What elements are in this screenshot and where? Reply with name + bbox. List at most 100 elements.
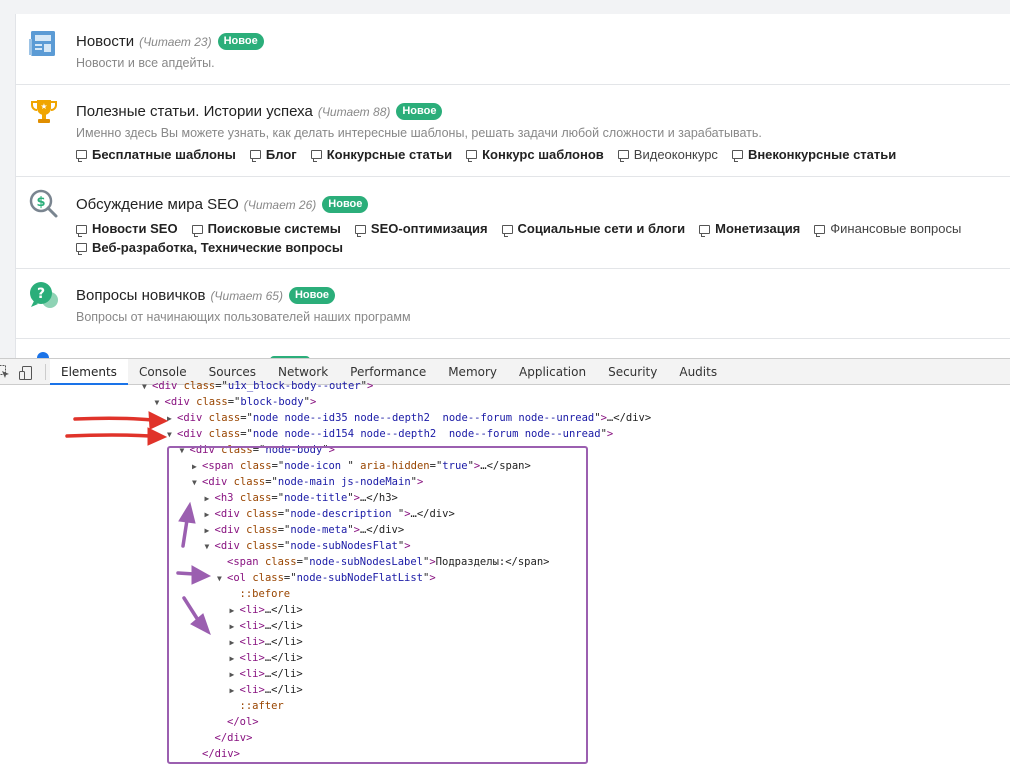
tag-close: > xyxy=(366,380,374,392)
expand-triangle-icon: ▼ xyxy=(167,430,172,439)
subforum-link[interactable]: Монетизация xyxy=(699,220,800,238)
chat-bubble-icon xyxy=(191,224,203,237)
forum-row-seo[interactable]: $ Обсуждение мира SEO (Читает 26) Новое … xyxy=(16,176,1010,269)
subforum-link[interactable]: Поисковые системы xyxy=(191,220,341,238)
chat-bubble-icon xyxy=(699,224,711,237)
forum-description: Новости и все апдейты. xyxy=(76,56,215,70)
subforum-list: Новости SEO Поисковые системы SEO-оптимиза… xyxy=(76,220,1006,257)
subforum-label: Видеоконкурс xyxy=(633,147,718,162)
tag-close: > xyxy=(309,396,317,408)
tag-name: div xyxy=(183,428,203,440)
subforum-list: Бесплатные шаблоны Блог Конкурсные статьи К… xyxy=(76,147,910,162)
forum-readers: (Читает 23) xyxy=(139,34,212,49)
chat-bubble-icon xyxy=(76,243,87,255)
svg-text:$: $ xyxy=(36,195,45,210)
chat-bubble-icon xyxy=(249,150,261,162)
subforum-label: Новости SEO xyxy=(92,221,178,236)
collapse-triangle-icon: ▶ xyxy=(167,414,172,423)
new-badge: Новое xyxy=(217,33,264,50)
attr-name: class xyxy=(196,396,228,408)
forum-row-newbies[interactable]: ? Вопросы новичков (Читает 65) Новое Воп… xyxy=(16,268,1010,339)
attr-name: class xyxy=(183,380,216,392)
attr-value: node node--id35 node--depth2 node--forum… xyxy=(252,412,595,424)
expand-triangle-icon: ▼ xyxy=(142,382,147,391)
forum-row-articles[interactable]: ★ Полезные статьи. Истории успеха (Читае… xyxy=(16,84,1010,177)
inspect-element-icon[interactable] xyxy=(0,365,10,379)
attr-value: node node--id154 node--depth2 node--foru… xyxy=(252,428,601,440)
highlight-box xyxy=(167,446,588,764)
subforum-label: Конкурс шаблонов xyxy=(482,147,604,162)
seo-search-dollar-icon: $ xyxy=(29,189,58,218)
subforum-link[interactable]: Бесплатные шаблоны xyxy=(76,147,236,162)
forum-title[interactable]: Полезные статьи. Истории успеха xyxy=(76,103,313,120)
attr-value: block-body xyxy=(240,396,304,408)
new-badge: Новое xyxy=(322,196,369,213)
subforum-link[interactable]: Блог xyxy=(249,147,297,162)
attr-name: class xyxy=(208,412,241,424)
dom-node[interactable]: ▼ <div class="block-body"> xyxy=(155,394,317,410)
subforum-link[interactable]: Финансовые вопросы xyxy=(814,220,961,238)
tab-audits[interactable]: Audits xyxy=(668,359,728,385)
chat-bubble-icon xyxy=(76,224,87,237)
subforum-link[interactable]: Новости SEO xyxy=(76,220,178,238)
chat-bubble-icon xyxy=(731,150,743,162)
device-toggle-icon[interactable] xyxy=(18,365,34,381)
subforum-label: Блог xyxy=(265,147,297,162)
trophy-icon: ★ xyxy=(31,100,57,123)
node-tail: …</div> xyxy=(606,412,652,424)
new-badge: Новое xyxy=(396,103,443,120)
tag-name: div xyxy=(170,396,190,408)
subforum-label: Поисковые системы xyxy=(207,221,341,236)
svg-text:★: ★ xyxy=(40,102,47,111)
dom-node[interactable]: ▶ <div class="node node--id35 node--depth… xyxy=(167,410,651,426)
subforum-label: Внеконкурсные статьи xyxy=(747,147,897,162)
subforum-label: Монетизация xyxy=(715,221,801,236)
question-chat-icon: ? xyxy=(30,282,58,308)
subforum-link[interactable]: Социальные сети и блоги xyxy=(501,220,685,238)
forum-description: Вопросы от начинающих пользователей наши… xyxy=(76,310,411,324)
forum-readers: (Читает 26) xyxy=(243,197,317,212)
subforum-label: Веб-разработка, Технические вопросы xyxy=(92,239,343,255)
svg-text:?: ? xyxy=(37,286,45,302)
expand-triangle-icon: ▼ xyxy=(154,398,160,407)
chat-bubble-icon xyxy=(617,150,629,162)
subforum-link[interactable]: Веб-разработка, Технические вопросы xyxy=(76,239,343,257)
tag-name: div xyxy=(183,412,203,424)
tab-elements[interactable]: Elements xyxy=(50,359,128,385)
forum-row-news[interactable]: Новости (Читает 23) Новое Новости и все … xyxy=(16,14,1010,85)
new-badge: Новое xyxy=(288,287,336,304)
forum-page: Новости (Читает 23) Новое Новости и все … xyxy=(0,0,1010,358)
dom-node[interactable]: ▼ <div class="node node--id154 node--dept… xyxy=(167,426,613,442)
dom-node[interactable]: ▼ <div class="u1x_block-body--outer"> xyxy=(142,378,373,394)
tag-close: > xyxy=(606,428,614,440)
subforum-label: SEO-оптимизация xyxy=(370,221,488,236)
forum-title[interactable]: Обсуждение мира SEO xyxy=(76,196,239,213)
attr-name: class xyxy=(208,428,241,440)
toolbar-divider xyxy=(45,364,46,380)
tab-application[interactable]: Application xyxy=(508,359,597,385)
chat-bubble-icon xyxy=(310,150,322,162)
tab-security[interactable]: Security xyxy=(597,359,668,385)
subforum-link[interactable]: Видеоконкурс xyxy=(617,147,718,162)
subforum-link[interactable]: Внеконкурсные статьи xyxy=(731,147,897,162)
subforum-link[interactable]: SEO-оптимизация xyxy=(354,220,488,238)
newspaper-icon xyxy=(29,31,55,56)
subforum-link[interactable]: Конкурс шаблонов xyxy=(466,147,604,162)
tag-name: div xyxy=(158,380,178,392)
subforum-label: Конкурсные статьи xyxy=(326,147,453,162)
forum-list-panel: Новости (Читает 23) Новое Новости и все … xyxy=(15,14,1010,358)
equals: =" xyxy=(227,396,241,408)
equals: =" xyxy=(240,428,253,440)
subforum-label: Финансовые вопросы xyxy=(830,221,962,236)
attr-value: u1x_block-body--outer xyxy=(227,380,361,392)
forum-title[interactable]: Новости xyxy=(76,33,134,50)
forum-readers: (Читает 88) xyxy=(317,104,391,119)
subforum-label: Бесплатные шаблоны xyxy=(92,147,236,162)
forum-title[interactable]: Вопросы новичков xyxy=(76,287,205,304)
tab-memory[interactable]: Memory xyxy=(437,359,508,385)
chat-bubble-icon xyxy=(466,150,478,162)
chat-bubble-icon xyxy=(76,150,87,162)
chat-bubble-icon xyxy=(354,224,366,237)
equals: =" xyxy=(240,412,253,424)
subforum-link[interactable]: Конкурсные статьи xyxy=(310,147,453,162)
